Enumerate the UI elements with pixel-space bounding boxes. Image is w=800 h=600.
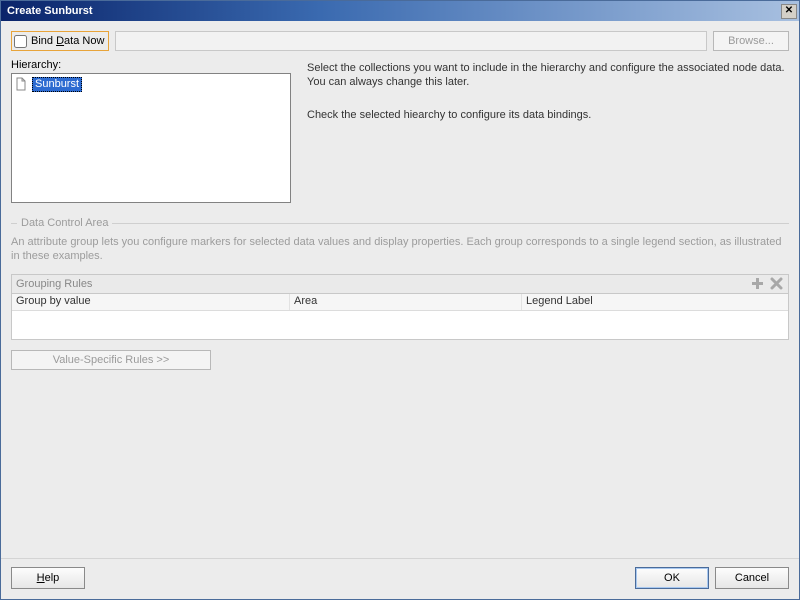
data-control-area-title: Data Control Area (11, 217, 789, 229)
bind-data-row: Bind Data Now Browse... (11, 31, 789, 51)
data-control-desc: An attribute group lets you configure ma… (11, 235, 789, 264)
hierarchy-label: Hierarchy: (11, 59, 291, 71)
hierarchy-item-sunburst[interactable]: Sunburst (14, 76, 288, 92)
create-sunburst-dialog: Create Sunburst ✕ Bind Data Now Browse..… (0, 0, 800, 600)
info-text-2: Check the selected hiearchy to configure… (307, 108, 789, 122)
delete-rule-icon (769, 276, 784, 291)
footer-right-buttons: OK Cancel (635, 567, 789, 589)
col-group-by-value: Group by value (12, 294, 290, 310)
grouping-rules-title: Grouping Rules (16, 278, 92, 290)
data-path-input (115, 31, 707, 51)
grouping-rules-columns: Group by value Area Legend Label (12, 294, 788, 311)
dialog-content: Bind Data Now Browse... Hierarchy: (1, 21, 799, 558)
value-specific-rules-button: Value-Specific Rules >> (11, 350, 211, 370)
grouping-rules-toolbar (750, 276, 784, 291)
add-rule-icon (750, 276, 765, 291)
ok-button[interactable]: OK (635, 567, 709, 589)
cancel-button[interactable]: Cancel (715, 567, 789, 589)
hierarchy-column: Hierarchy: Sunburst (11, 59, 291, 203)
bind-data-now-label: Bind Data Now (31, 35, 104, 47)
col-legend-label: Legend Label (522, 294, 788, 310)
info-text-1: Select the collections you want to inclu… (307, 61, 789, 90)
upper-section: Hierarchy: Sunburst Select the colle (11, 59, 789, 203)
col-area: Area (290, 294, 522, 310)
grouping-rules-table[interactable]: Group by value Area Legend Label (11, 294, 789, 340)
spacer (11, 370, 789, 552)
bind-data-now-checkbox-wrap[interactable]: Bind Data Now (11, 31, 109, 51)
info-column: Select the collections you want to inclu… (307, 59, 789, 203)
close-button[interactable]: ✕ (781, 4, 797, 19)
dialog-title: Create Sunburst (7, 5, 93, 17)
hierarchy-tree[interactable]: Sunburst (11, 73, 291, 203)
dialog-footer: Help OK Cancel (1, 558, 799, 599)
bind-data-now-checkbox[interactable] (14, 35, 27, 48)
hierarchy-item-label: Sunburst (32, 77, 82, 92)
browse-button: Browse... (713, 31, 789, 51)
titlebar: Create Sunburst ✕ (1, 1, 799, 21)
grouping-rules-header: Grouping Rules (11, 274, 789, 294)
file-icon (14, 77, 28, 91)
help-button[interactable]: Help (11, 567, 85, 589)
